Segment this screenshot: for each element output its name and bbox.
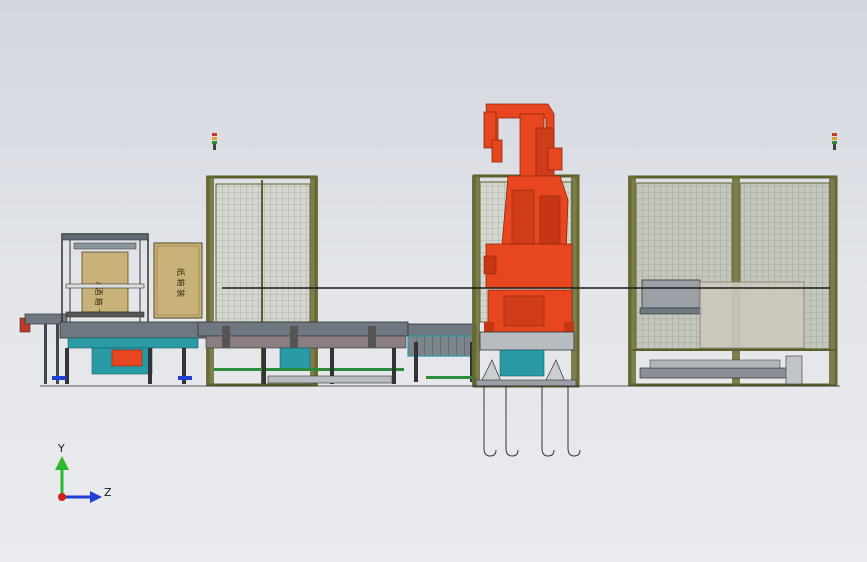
conveyor-drive	[279, 347, 311, 371]
erector-base	[52, 321, 211, 384]
signal-light-right	[832, 133, 837, 150]
main-conveyor	[197, 321, 409, 384]
flat-carton-stack: 纸 箱 装	[153, 242, 203, 319]
erector-motor	[111, 349, 143, 367]
anchor-bolts	[483, 386, 581, 457]
z-axis-label: Z	[104, 486, 112, 499]
cad-viewport[interactable]: / 酒 箱 卡 纸 箱 装 Y Z	[0, 0, 867, 562]
carton-erector-frame: / 酒 箱 卡	[61, 233, 149, 325]
carton-right-label: 纸 箱 装	[176, 268, 186, 297]
transfer-conveyor	[407, 323, 477, 382]
palletizing-line-drawing: / 酒 箱 卡 纸 箱 装 Y Z	[19, 103, 840, 503]
y-axis-label: Y	[57, 442, 65, 455]
coordinate-triad: Y Z	[55, 442, 112, 503]
signal-light-left	[212, 133, 217, 150]
carton-in-erector	[81, 251, 129, 313]
palletizing-robot	[475, 103, 577, 387]
